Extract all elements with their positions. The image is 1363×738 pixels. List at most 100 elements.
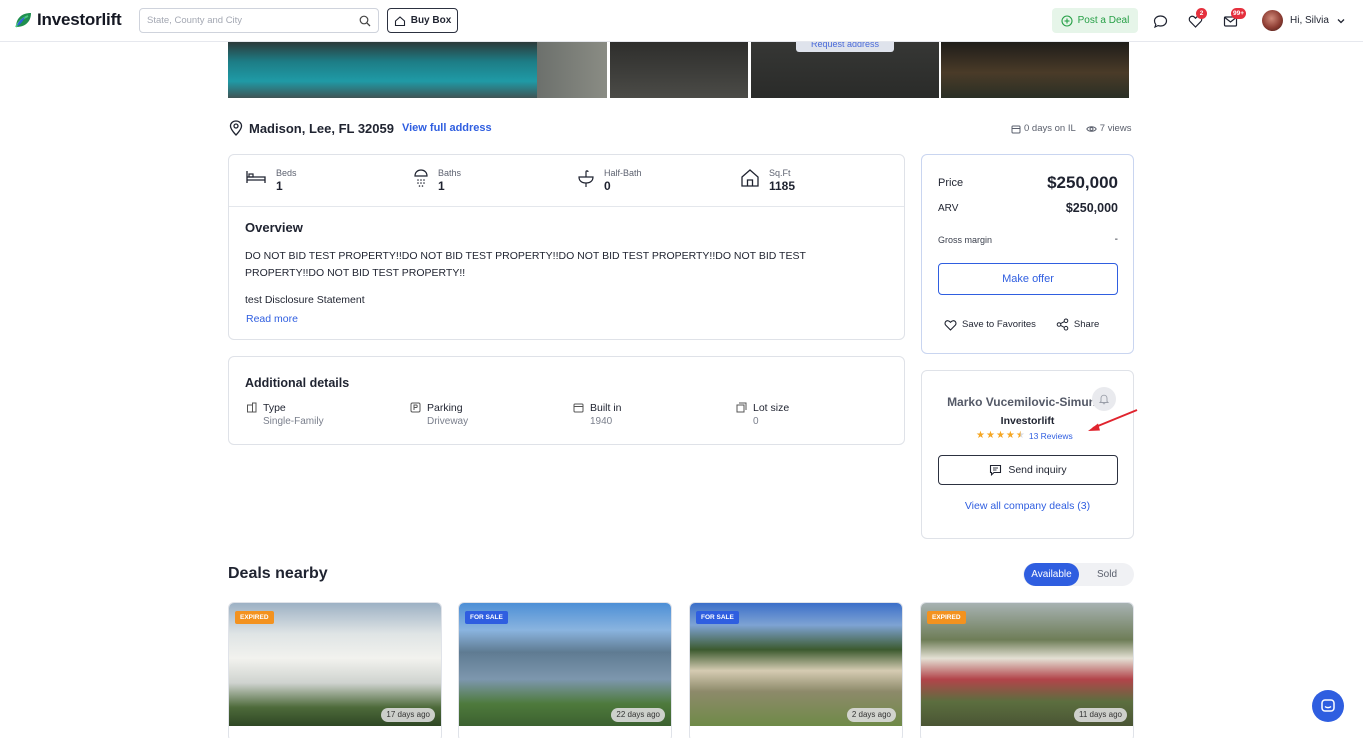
shower-icon (414, 169, 428, 187)
status-badge: FOR SALE (465, 611, 508, 624)
messages-button[interactable] (1151, 12, 1169, 30)
toggle-sold[interactable]: Sold (1083, 563, 1131, 586)
star-icon: ★ (976, 430, 985, 441)
overview-heading: Overview (245, 220, 303, 235)
calendar-icon (1011, 125, 1021, 133)
detail-lot-size-value: 0 (753, 416, 759, 427)
buy-box-label: Buy Box (410, 15, 452, 26)
arv-label: ARV (938, 202, 959, 214)
detail-type-value: Single-Family (263, 416, 324, 427)
listed-days-badge: 22 days ago (611, 708, 665, 722)
post-deal-label: Post a Deal (1077, 15, 1130, 26)
view-full-address-link[interactable]: View full address (402, 122, 492, 134)
favorites-button[interactable]: 2 (1186, 8, 1207, 30)
reviews-link[interactable]: 13 Reviews (1029, 431, 1073, 441)
heart-icon (944, 319, 957, 331)
deal-card[interactable]: FOR SALE 22 days ago (458, 602, 672, 738)
user-greeting: Hi, Silvia (1290, 15, 1329, 26)
logo-leaf-icon (15, 13, 31, 28)
status-badge: EXPIRED (235, 611, 274, 624)
stat-beds-value: 1 (276, 179, 283, 193)
read-more-link[interactable]: Read more (246, 313, 298, 325)
detail-built-in-label: Built in (590, 402, 622, 414)
logo[interactable]: Investorlift (13, 10, 122, 30)
support-chat-button[interactable] (1312, 690, 1344, 722)
status-badge: FOR SALE (696, 611, 739, 624)
annotation-arrow-icon (1088, 409, 1138, 431)
detail-parking-label: Parking (427, 402, 463, 414)
detail-parking: Parking Driveway (410, 402, 468, 427)
deal-card[interactable]: FOR SALE 2 days ago (689, 602, 903, 738)
views-count: 7 views (1085, 123, 1132, 134)
deal-card[interactable]: EXPIRED 11 days ago (920, 602, 1134, 738)
buy-box-button[interactable]: Buy Box (387, 8, 458, 33)
additional-details-heading: Additional details (245, 376, 350, 390)
star-icon: ★ (985, 430, 995, 441)
views-count-text: 7 views (1099, 123, 1132, 134)
plus-circle-icon (1061, 14, 1073, 27)
chat-bubble-icon (1153, 14, 1167, 28)
calendar-icon (573, 403, 584, 413)
avatar (1262, 10, 1283, 31)
gross-margin-row: Gross margin - (938, 234, 1118, 245)
gallery-photo[interactable] (941, 42, 1129, 98)
detail-lot-size-label: Lot size (753, 402, 790, 414)
star-icon: ★ (1005, 430, 1015, 441)
listed-days-badge: 17 days ago (381, 708, 435, 722)
availability-toggle: Available Sold (1023, 563, 1134, 586)
gallery-photo[interactable]: Request address (751, 36, 939, 98)
price-card-actions: Save to Favorites Share (944, 318, 1099, 331)
make-offer-button[interactable]: Make offer (938, 263, 1118, 295)
search-input[interactable] (147, 15, 359, 26)
location-title: Madison, Lee, FL 32059 (249, 120, 394, 136)
save-to-favorites-button[interactable]: Save to Favorites (944, 318, 1036, 331)
property-details-card: Beds 1 Baths 1 Half-Bath 0 Sq.Ft 1185 Ov… (228, 154, 905, 340)
bed-icon (246, 171, 266, 183)
stat-baths: Baths 1 (413, 168, 461, 193)
detail-lot-size: Lot size 0 (736, 402, 789, 427)
stat-beds: Beds 1 (245, 168, 297, 193)
listing-meta: 0 days on IL 7 views (1011, 123, 1131, 134)
stat-sqft-label: Sq.Ft (769, 168, 791, 178)
message-icon (990, 464, 1002, 476)
sink-icon (578, 170, 594, 187)
user-menu[interactable]: Hi, Silvia (1262, 10, 1346, 31)
arv-row: ARV $250,000 (938, 201, 1118, 215)
stat-half-bath-value: 0 (604, 179, 611, 193)
stat-beds-label: Beds (276, 168, 297, 178)
stat-baths-value: 1 (438, 179, 445, 193)
seller-card: Marko Vucemilovic-Simun Investorlift ★ ★… (921, 370, 1134, 539)
view-all-company-deals-link[interactable]: View all company deals (3) (922, 500, 1133, 512)
share-button[interactable]: Share (1056, 318, 1099, 331)
inbox-badge: 99+ (1231, 8, 1247, 19)
property-stats: Beds 1 Baths 1 Half-Bath 0 Sq.Ft 1185 (229, 155, 904, 207)
search-icon[interactable] (359, 15, 371, 27)
location-row: Madison, Lee, FL 32059 View full address (229, 120, 492, 136)
stat-half-bath-label: Half-Bath (604, 168, 642, 178)
send-inquiry-button[interactable]: Send inquiry (938, 455, 1118, 485)
stat-half-bath: Half-Bath 0 (577, 168, 642, 193)
days-on-il: 0 days on IL (1011, 123, 1076, 134)
share-icon (1056, 318, 1069, 331)
map-pin-icon (229, 120, 243, 136)
star-half-icon: ★ (1015, 430, 1025, 441)
building-icon (247, 402, 257, 413)
toggle-available[interactable]: Available (1024, 563, 1079, 586)
parking-icon (410, 402, 421, 413)
deal-card[interactable]: EXPIRED 17 days ago (228, 602, 442, 738)
post-deal-button[interactable]: Post a Deal (1052, 8, 1138, 33)
seller-rating[interactable]: ★ ★ ★ ★ ★ 13 Reviews (976, 430, 1073, 441)
detail-parking-value: Driveway (427, 416, 469, 427)
price-value: $250,000 (1047, 173, 1118, 192)
seller-name[interactable]: Marko Vucemilovic-Simun (922, 395, 1096, 409)
search-box[interactable] (139, 8, 379, 33)
inbox-button[interactable]: 99+ (1221, 8, 1247, 30)
send-inquiry-label: Send inquiry (1008, 464, 1067, 476)
gallery-photo-main[interactable] (228, 42, 607, 98)
gallery-photo[interactable] (610, 42, 748, 98)
listed-days-badge: 11 days ago (1074, 708, 1127, 722)
chevron-down-icon (1337, 18, 1345, 23)
additional-details-card: Additional details Type Single-Family Pa… (228, 356, 905, 445)
stat-baths-label: Baths (438, 168, 462, 178)
stat-sqft-value: 1185 (769, 179, 796, 193)
